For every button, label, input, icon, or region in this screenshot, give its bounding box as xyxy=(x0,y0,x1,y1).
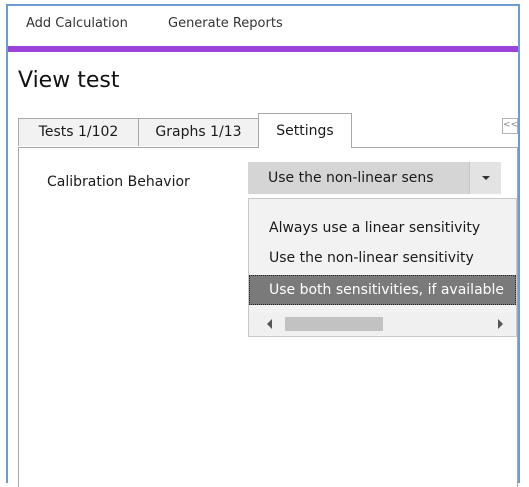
menu-item-generate-reports[interactable]: Generate Reports xyxy=(168,16,283,31)
scroll-right-arrow-icon[interactable] xyxy=(498,319,503,329)
scroll-left-arrow-icon[interactable] xyxy=(267,319,272,329)
scrollbar-thumb[interactable] xyxy=(285,317,383,331)
double-chevron-left-icon: << xyxy=(503,120,519,130)
menu-item-add-calculation[interactable]: Add Calculation xyxy=(26,16,128,31)
dropdown-option-both[interactable]: Use both sensitivities, if available xyxy=(249,275,516,305)
calibration-behavior-label: Calibration Behavior xyxy=(47,174,190,190)
menu-bar: Add Calculation Generate Reports xyxy=(8,6,518,46)
horizontal-scrollbar[interactable] xyxy=(249,313,516,335)
calibration-behavior-combobox[interactable]: Use the non-linear sens xyxy=(248,162,501,194)
accent-bar xyxy=(8,46,518,52)
dropdown-option-non-linear[interactable]: Use the non-linear sensitivity xyxy=(249,243,516,273)
page-title: View test xyxy=(18,68,120,93)
tab-tests[interactable]: Tests 1/102 xyxy=(18,118,139,146)
tab-settings[interactable]: Settings xyxy=(258,113,352,148)
chevron-down-icon[interactable] xyxy=(469,162,501,194)
combobox-selected-value: Use the non-linear sens xyxy=(268,170,434,186)
calibration-behavior-dropdown-list: Always use a linear sensitivity Use the … xyxy=(248,198,517,337)
app-window: Add Calculation Generate Reports View te… xyxy=(6,4,520,487)
tab-graphs[interactable]: Graphs 1/13 xyxy=(138,118,259,146)
collapse-panel-button[interactable]: << xyxy=(502,118,518,134)
dropdown-option-linear[interactable]: Always use a linear sensitivity xyxy=(249,213,516,243)
settings-panel: Calibration Behavior Use the non-linear … xyxy=(18,147,518,487)
